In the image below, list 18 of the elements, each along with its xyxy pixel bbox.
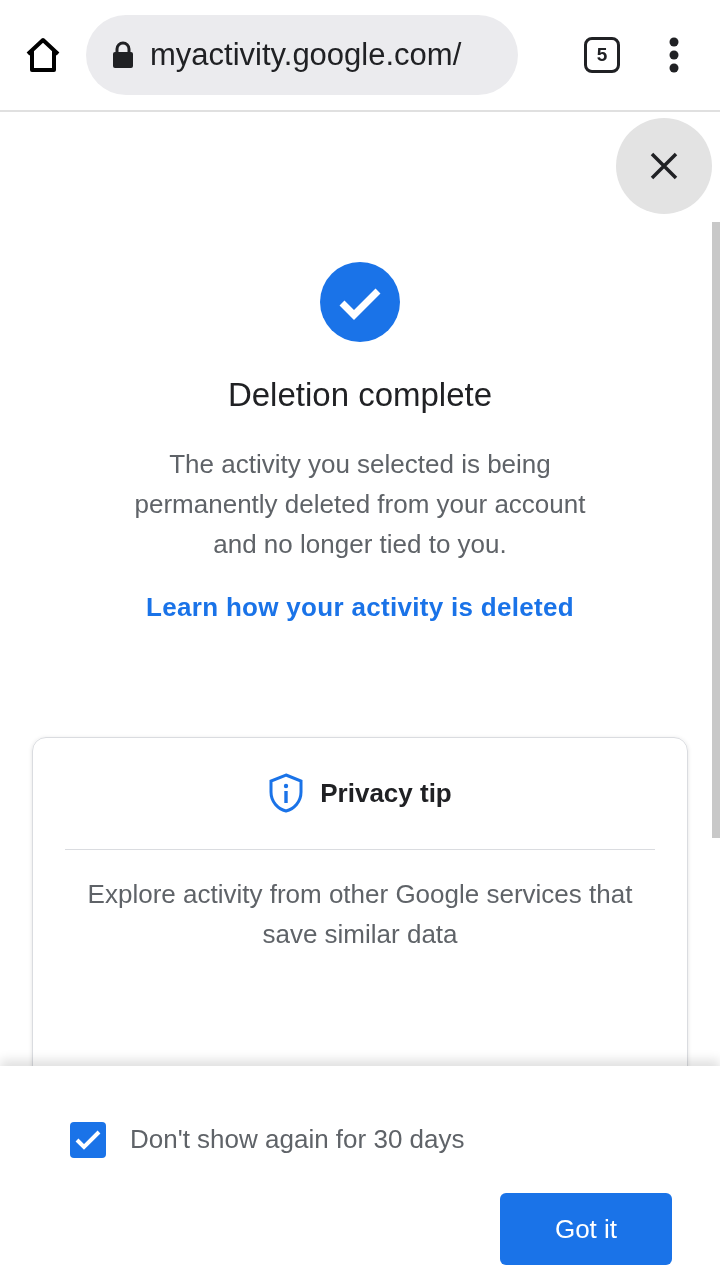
checkbox-label: Don't show again for 30 days xyxy=(130,1123,465,1156)
close-icon xyxy=(650,152,678,180)
address-bar[interactable]: myactivity.google.com/ xyxy=(86,15,518,95)
lock-icon xyxy=(112,41,134,69)
scrollbar[interactable] xyxy=(712,222,720,838)
tip-title: Privacy tip xyxy=(320,776,452,810)
learn-more-link[interactable]: Learn how your activity is deleted xyxy=(146,587,574,627)
menu-icon[interactable] xyxy=(668,37,680,73)
shield-info-icon xyxy=(268,773,305,813)
dialog-title: Deletion complete xyxy=(227,375,493,415)
check-circle-icon xyxy=(320,262,400,342)
tip-text: Explore activity from other Google services that save similar data xyxy=(86,877,634,951)
got-it-button[interactable]: Got it xyxy=(500,1193,672,1265)
url-text: myactivity.google.com/ xyxy=(150,35,462,74)
home-icon[interactable] xyxy=(24,36,62,74)
tab-count-button[interactable]: 5 xyxy=(584,37,620,73)
dialog-message: The activity you selected is being permanently deleted from your account and no longer tied to you. xyxy=(133,447,587,561)
checkbox[interactable] xyxy=(70,1121,106,1158)
